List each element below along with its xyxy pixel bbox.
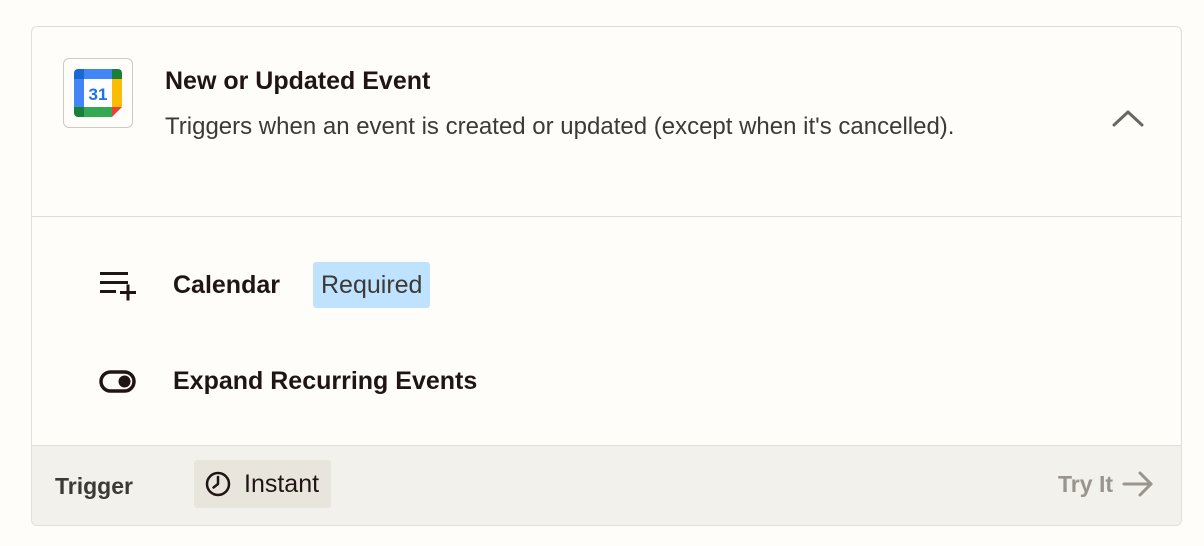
try-it-button[interactable]: Try It xyxy=(1058,470,1155,498)
field-label-calendar: Calendar xyxy=(173,271,280,299)
trigger-step-card: 31 New or Updated Event Triggers when an… xyxy=(31,26,1182,526)
toggle-icon xyxy=(98,363,138,399)
trigger-label: Trigger xyxy=(55,473,133,499)
step-footer: Trigger Instant Try It xyxy=(32,445,1181,525)
calendar-day-number: 31 xyxy=(89,85,108,104)
google-calendar-icon: 31 xyxy=(63,58,133,128)
field-expand-recurring-events[interactable]: Expand Recurring Events xyxy=(32,357,1181,405)
required-badge: Required xyxy=(313,262,431,308)
instant-badge-label: Instant xyxy=(244,469,320,498)
field-label-expand-recurring-events: Expand Recurring Events xyxy=(173,367,478,395)
arrow-right-icon xyxy=(1122,471,1153,497)
instant-badge: Instant xyxy=(194,460,332,508)
clock-icon xyxy=(205,471,231,497)
step-header[interactable]: 31 New or Updated Event Triggers when an… xyxy=(32,27,1181,217)
step-description: Triggers when an event is created or upd… xyxy=(165,113,955,140)
add-to-list-icon xyxy=(98,267,138,303)
field-calendar[interactable]: Calendar Required xyxy=(32,261,1181,309)
chevron-up-icon[interactable] xyxy=(1110,103,1146,131)
step-title: New or Updated Event xyxy=(165,67,431,95)
try-it-label: Try It xyxy=(1058,470,1113,497)
